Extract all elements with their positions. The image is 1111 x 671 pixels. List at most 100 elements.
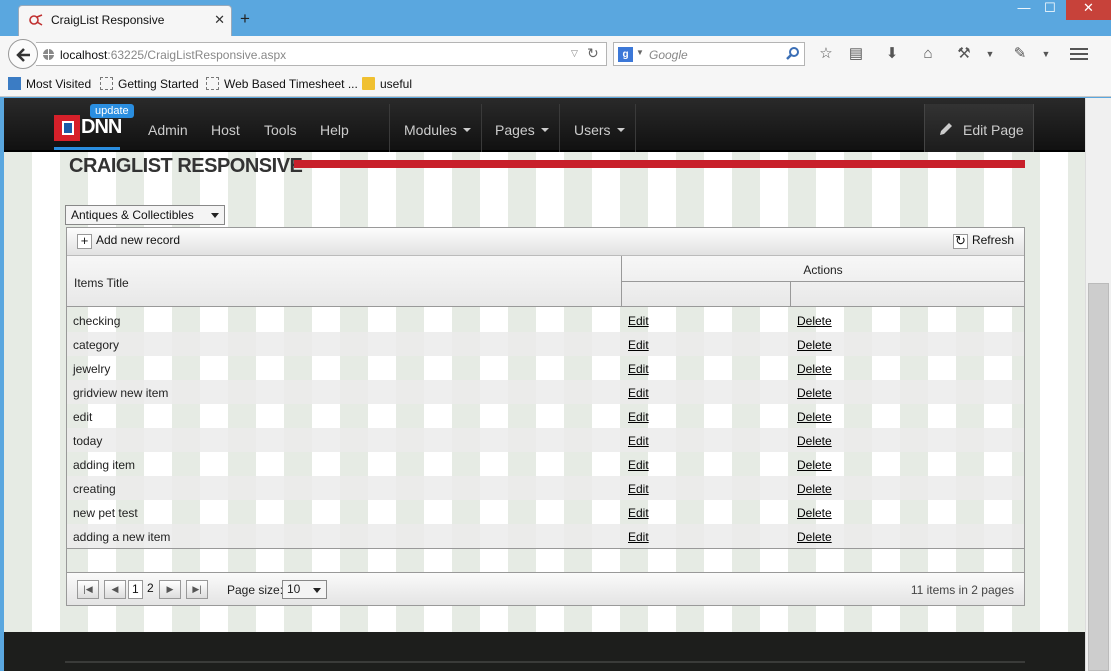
- column-header-items-title[interactable]: Items Title: [67, 256, 622, 307]
- addon-icon[interactable]: ✎: [1010, 44, 1030, 64]
- edit-link[interactable]: Edit: [628, 506, 649, 520]
- last-page-button[interactable]: ▶|: [186, 580, 208, 599]
- edit-link[interactable]: Edit: [628, 338, 649, 352]
- nav-divider: [481, 104, 482, 152]
- delete-link[interactable]: Delete: [797, 506, 832, 520]
- category-select[interactable]: Antiques & Collectibles: [65, 205, 225, 225]
- menu-icon[interactable]: [1070, 45, 1088, 63]
- delete-link[interactable]: Delete: [797, 338, 832, 352]
- nav-help[interactable]: Help: [320, 122, 349, 138]
- maximize-button[interactable]: ☐: [1036, 0, 1064, 20]
- items-grid: + Add new record ↻ Refresh Items Title Act…: [66, 227, 1025, 606]
- edit-link[interactable]: Edit: [628, 434, 649, 448]
- grid-toolbar: + Add new record ↻ Refresh: [67, 228, 1024, 256]
- bookmark-star-icon[interactable]: ☆: [816, 44, 836, 64]
- page-title: CRAIGLIST RESPONSIVE: [69, 155, 303, 177]
- download-icon[interactable]: ⬇: [882, 44, 902, 64]
- item-title-cell: edit: [73, 410, 93, 424]
- tab-close-icon[interactable]: ✕: [214, 12, 225, 28]
- page-1-link[interactable]: 1: [128, 580, 143, 599]
- browser-tab[interactable]: CraigList Responsive ✕: [18, 5, 232, 36]
- table-row: adding item Edit Delete: [67, 452, 1024, 476]
- home-icon[interactable]: ⌂: [918, 44, 938, 64]
- pencil-icon: [940, 123, 952, 135]
- menu-modules[interactable]: Modules: [404, 122, 471, 138]
- edit-page-label: Edit Page: [963, 122, 1024, 138]
- bookmark-getting-started[interactable]: Getting Started: [100, 77, 199, 91]
- google-icon[interactable]: g: [618, 47, 633, 62]
- scrollbar-thumb[interactable]: [1088, 283, 1109, 671]
- url-bar[interactable]: localhost:63225/CraigListResponsive.aspx…: [36, 42, 607, 66]
- edit-link[interactable]: Edit: [628, 386, 649, 400]
- arrow-left-icon: [16, 48, 30, 62]
- tools-icon[interactable]: ⚒: [954, 44, 974, 64]
- caret-down-icon: [540, 128, 549, 132]
- edit-link[interactable]: Edit: [628, 362, 649, 376]
- delete-link[interactable]: Delete: [797, 458, 832, 472]
- delete-link[interactable]: Delete: [797, 314, 832, 328]
- menu-users[interactable]: Users: [574, 122, 625, 138]
- reload-icon[interactable]: ↻: [587, 45, 599, 62]
- close-window-button[interactable]: ✕: [1066, 0, 1111, 20]
- search-input[interactable]: Google: [649, 48, 688, 62]
- item-title-cell: gridview new item: [73, 386, 169, 400]
- bookmark-most-visited[interactable]: Most Visited: [8, 77, 91, 91]
- table-row: gridview new item Edit Delete: [67, 380, 1024, 404]
- page-scrollbar[interactable]: [1085, 98, 1111, 671]
- edit-link[interactable]: Edit: [628, 482, 649, 496]
- add-new-record-button[interactable]: + Add new record: [77, 233, 180, 249]
- refresh-button[interactable]: ↻ Refresh: [952, 233, 1014, 249]
- back-button[interactable]: [8, 39, 38, 69]
- edit-page-button[interactable]: Edit Page: [924, 104, 1034, 152]
- nav-tools[interactable]: Tools: [264, 122, 297, 138]
- page-2-link[interactable]: 2: [147, 580, 154, 599]
- addon-dropdown-icon[interactable]: ▼: [1036, 44, 1056, 64]
- grid-rows: checking Edit Delete category Edit Delete jewe…: [67, 308, 1024, 548]
- delete-link[interactable]: Delete: [797, 434, 832, 448]
- new-tab-button[interactable]: +: [240, 9, 250, 29]
- nav-host[interactable]: Host: [211, 122, 240, 138]
- globe-icon: [43, 49, 54, 60]
- first-page-button[interactable]: |◀: [77, 580, 99, 599]
- edit-link[interactable]: Edit: [628, 458, 649, 472]
- update-badge[interactable]: update: [90, 104, 134, 118]
- nav-divider: [635, 104, 636, 152]
- url-dropdown-icon[interactable]: ▽: [571, 48, 578, 59]
- browser-navbar: localhost:63225/CraigListResponsive.aspx…: [0, 36, 1111, 72]
- grid-header: Items Title Actions: [67, 256, 1024, 307]
- delete-link[interactable]: Delete: [797, 530, 832, 544]
- delete-link[interactable]: Delete: [797, 362, 832, 376]
- tab-title: CraigList Responsive: [51, 13, 165, 27]
- delete-link[interactable]: Delete: [797, 482, 832, 496]
- caret-down-icon: [211, 213, 219, 218]
- search-engine-dropdown-icon[interactable]: ▼: [636, 48, 644, 57]
- table-row: category Edit Delete: [67, 332, 1024, 356]
- url-text: localhost:63225/CraigListResponsive.aspx: [60, 48, 286, 62]
- bookmark-useful[interactable]: useful: [362, 77, 412, 91]
- url-path: :63225/CraigListResponsive.aspx: [107, 48, 287, 62]
- next-page-button[interactable]: ▶: [159, 580, 181, 599]
- page-icon: [100, 77, 113, 90]
- minimize-button[interactable]: —: [1010, 0, 1038, 20]
- search-bar[interactable]: g ▼ Google: [613, 42, 805, 66]
- reading-list-icon[interactable]: ▤: [846, 44, 866, 64]
- bookmark-timesheet[interactable]: Web Based Timesheet ...: [206, 77, 358, 91]
- folder-icon: [362, 77, 375, 90]
- category-select-value: Antiques & Collectibles: [71, 208, 194, 222]
- delete-link[interactable]: Delete: [797, 410, 832, 424]
- dnn-logo-inner: [62, 121, 74, 135]
- bookmark-label: useful: [380, 77, 413, 91]
- column-header-label: Items Title: [74, 276, 129, 290]
- menu-pages[interactable]: Pages: [495, 122, 549, 138]
- page-size-select[interactable]: 10: [282, 580, 327, 599]
- edit-link[interactable]: Edit: [628, 410, 649, 424]
- edit-link[interactable]: Edit: [628, 530, 649, 544]
- nav-admin[interactable]: Admin: [148, 122, 188, 138]
- title-rule: [294, 160, 1025, 168]
- table-row: today Edit Delete: [67, 428, 1024, 452]
- edit-link[interactable]: Edit: [628, 314, 649, 328]
- delete-link[interactable]: Delete: [797, 386, 832, 400]
- tools-dropdown-icon[interactable]: ▼: [980, 44, 1000, 64]
- search-icon[interactable]: [785, 46, 800, 61]
- prev-page-button[interactable]: ◀: [104, 580, 126, 599]
